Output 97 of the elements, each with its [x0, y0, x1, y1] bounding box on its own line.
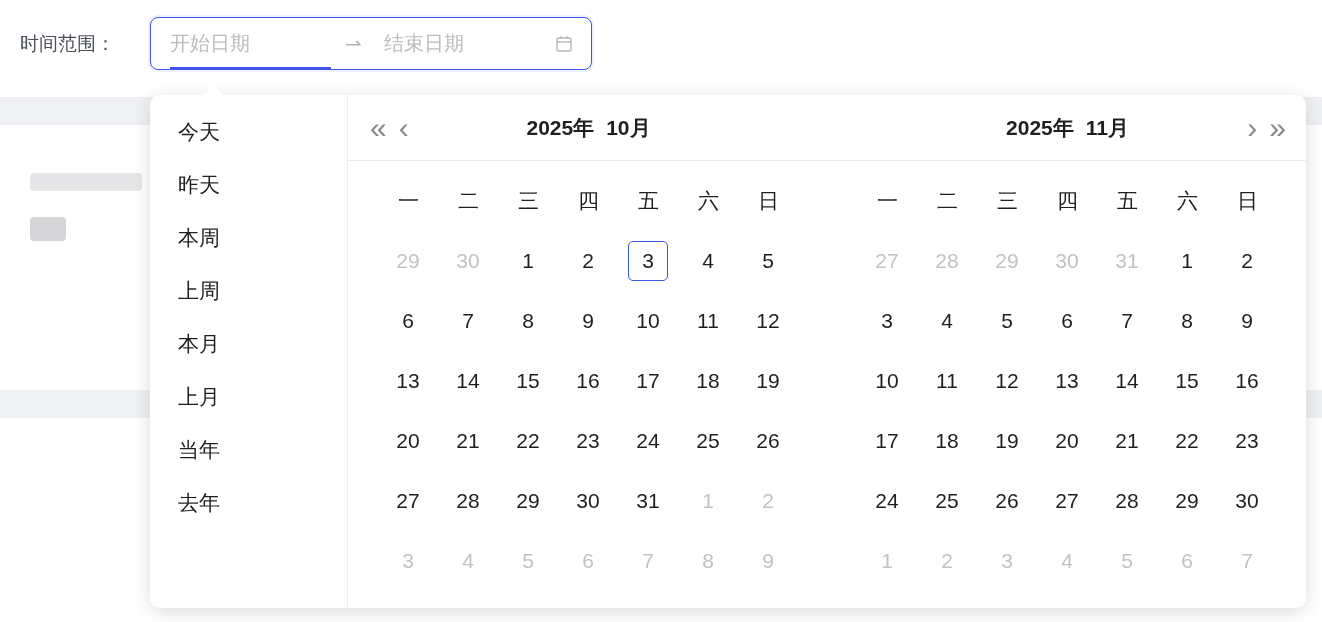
day-cell[interactable]: 11 [688, 301, 728, 341]
day-cell[interactable]: 20 [388, 421, 428, 461]
day-cell[interactable]: 17 [628, 361, 668, 401]
day-cell[interactable]: 14 [1107, 361, 1147, 401]
weekday-label: 日 [756, 188, 780, 214]
day-cell[interactable]: 27 [388, 481, 428, 521]
range-separator: ⇀ [345, 31, 362, 56]
day-cell[interactable]: 10 [628, 301, 668, 341]
day-cell[interactable]: 19 [748, 361, 788, 401]
day-cell[interactable]: 30 [568, 481, 608, 521]
day-cell[interactable]: 1 [508, 241, 548, 281]
day-cell[interactable]: 3 [628, 241, 668, 281]
day-cell[interactable]: 10 [867, 361, 907, 401]
next-year-button[interactable]: » [1267, 112, 1288, 143]
day-cell[interactable]: 23 [1227, 421, 1267, 461]
day-cell[interactable]: 24 [628, 421, 668, 461]
day-cell[interactable]: 21 [448, 421, 488, 461]
field-label: 时间范围： [20, 32, 116, 56]
month-title[interactable]: 10月 [606, 113, 651, 142]
placeholder-bar [30, 217, 66, 241]
day-cell[interactable]: 15 [508, 361, 548, 401]
start-date-input[interactable]: 开始日期 [170, 18, 331, 69]
day-cell[interactable]: 18 [927, 421, 967, 461]
day-cell[interactable]: 28 [448, 481, 488, 521]
day-cell[interactable]: 25 [688, 421, 728, 461]
day-cell[interactable]: 6 [1047, 301, 1087, 341]
day-cell[interactable]: 9 [568, 301, 608, 341]
weekday-label: 五 [1115, 188, 1139, 214]
weekday-label: 四 [1055, 188, 1079, 214]
day-cell[interactable]: 16 [1227, 361, 1267, 401]
preset-option[interactable]: 昨天 [178, 158, 220, 211]
weekday-label: 四 [576, 188, 600, 214]
day-cell[interactable]: 11 [927, 361, 967, 401]
day-cell[interactable]: 12 [748, 301, 788, 341]
day-cell[interactable]: 5 [748, 241, 788, 281]
weekday-label: 六 [696, 188, 720, 214]
day-cell[interactable]: 5 [987, 301, 1027, 341]
end-date-input[interactable]: 结束日期 [383, 18, 545, 69]
day-cell[interactable]: 16 [568, 361, 608, 401]
weekday-label: 日 [1235, 188, 1259, 214]
day-cell[interactable]: 13 [388, 361, 428, 401]
day-cell[interactable]: 22 [1167, 421, 1207, 461]
day-cell[interactable]: 2 [568, 241, 608, 281]
day-cell[interactable]: 26 [748, 421, 788, 461]
day-cell[interactable]: 3 [867, 301, 907, 341]
weekday-label: 一 [396, 188, 420, 214]
day-cell[interactable]: 9 [1227, 301, 1267, 341]
preset-option[interactable]: 本周 [178, 211, 220, 264]
day-cell[interactable]: 22 [508, 421, 548, 461]
day-cell[interactable]: 12 [987, 361, 1027, 401]
day-cell[interactable]: 23 [568, 421, 608, 461]
day-cell[interactable]: 7 [448, 301, 488, 341]
day-cell[interactable]: 4 [927, 301, 967, 341]
preset-option[interactable]: 上周 [178, 264, 220, 317]
day-cell[interactable]: 28 [1107, 481, 1147, 521]
preset-option[interactable]: 本月 [178, 317, 220, 370]
day-cell[interactable]: 6 [388, 301, 428, 341]
day-cell[interactable]: 29 [1167, 481, 1207, 521]
next-month-button[interactable]: › [1245, 112, 1260, 143]
day-cell[interactable]: 2 [1227, 241, 1267, 281]
day-cell[interactable]: 31 [628, 481, 668, 521]
day-cell[interactable]: 7 [1107, 301, 1147, 341]
calendar-icon [555, 34, 573, 53]
previous-month-button[interactable]: ‹ [396, 112, 411, 143]
day-cell[interactable]: 18 [688, 361, 728, 401]
weekday-label: 二 [456, 188, 480, 214]
day-cell[interactable]: 8 [1167, 301, 1207, 341]
day-cell[interactable]: 25 [927, 481, 967, 521]
weekday-label: 三 [516, 188, 540, 214]
day-cell[interactable]: 19 [987, 421, 1027, 461]
month-title[interactable]: 11月 [1085, 113, 1129, 142]
day-cell[interactable]: 21 [1107, 421, 1147, 461]
day-cell[interactable]: 4 [688, 241, 728, 281]
weekday-label: 五 [636, 188, 660, 214]
day-cell[interactable]: 29 [508, 481, 548, 521]
day-cell[interactable]: 1 [1167, 241, 1207, 281]
year-title[interactable]: 2025年 [1006, 113, 1074, 142]
day-cell[interactable]: 26 [987, 481, 1027, 521]
day-cell[interactable]: 30 [1227, 481, 1267, 521]
day-cell[interactable]: 8 [508, 301, 548, 341]
weekday-label: 三 [995, 188, 1019, 214]
day-cell[interactable]: 17 [867, 421, 907, 461]
day-cell[interactable]: 27 [1047, 481, 1087, 521]
year-title[interactable]: 2025年 [526, 113, 595, 142]
preset-option[interactable]: 上月 [178, 370, 220, 423]
day-cell[interactable]: 20 [1047, 421, 1087, 461]
day-cell[interactable]: 15 [1167, 361, 1207, 401]
preset-option[interactable]: 今天 [178, 105, 220, 158]
weekday-label: 六 [1175, 188, 1199, 214]
weekday-label: 一 [875, 188, 899, 214]
preset-option[interactable]: 当年 [178, 423, 220, 476]
weekday-label: 二 [935, 188, 959, 214]
day-cell[interactable]: 14 [448, 361, 488, 401]
preset-option[interactable]: 去年 [178, 476, 220, 529]
previous-year-button[interactable]: « [368, 112, 389, 143]
day-cell[interactable]: 13 [1047, 361, 1087, 401]
day-cell[interactable]: 24 [867, 481, 907, 521]
